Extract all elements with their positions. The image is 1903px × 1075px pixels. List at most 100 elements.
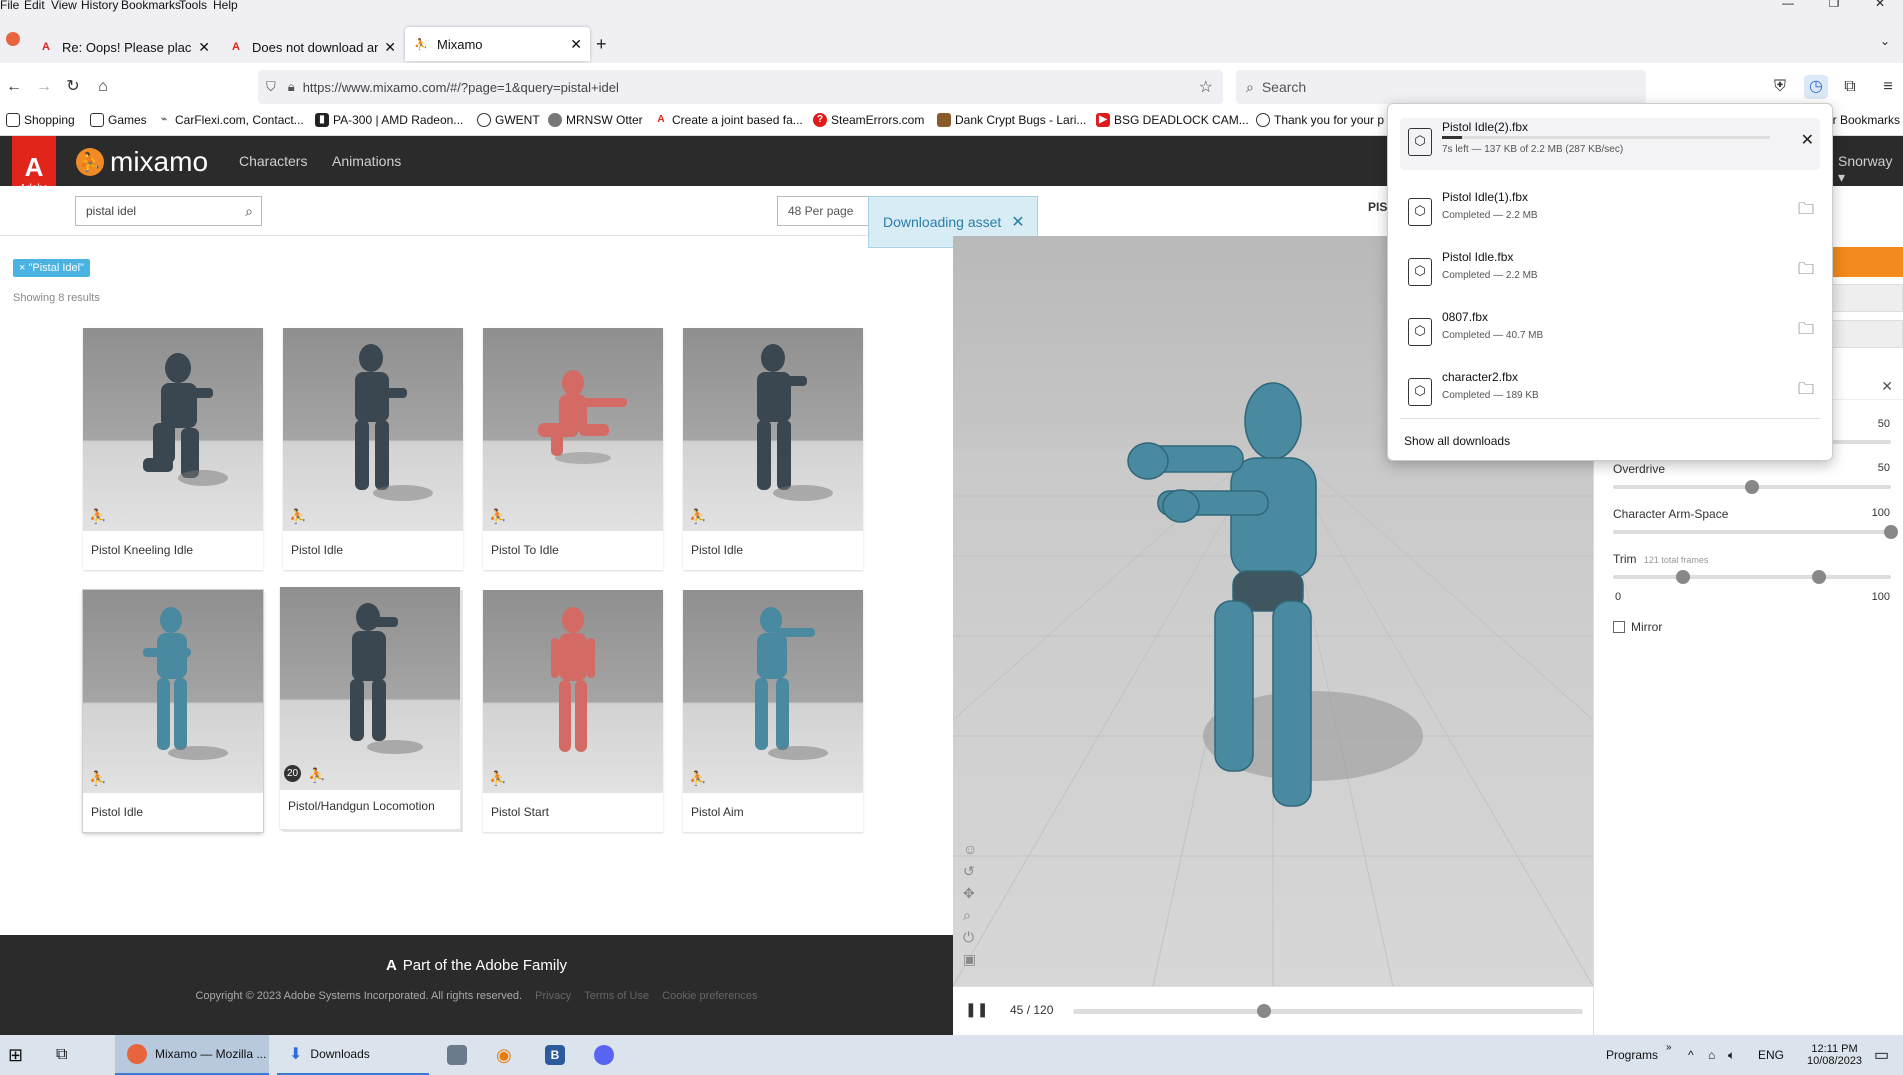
download-item[interactable]: ⬡ Pistol Idle(1).fbx Completed — 2.2 MB …	[1400, 188, 1820, 240]
cancel-download-icon[interactable]: ✕	[1801, 130, 1814, 150]
download-item[interactable]: ⬡ Pistol Idle(2).fbx 7s left — 137 KB of…	[1400, 118, 1820, 170]
toolbar-expand-icon[interactable]: »	[1666, 1027, 1672, 1067]
bookmark-item[interactable]: A Create a joint based fa...	[654, 113, 802, 127]
trim-end-knob[interactable]	[1811, 570, 1826, 584]
mirror-option[interactable]: Mirror	[1613, 620, 1662, 634]
pan-icon[interactable]: ✥	[963, 885, 975, 901]
app-b-icon[interactable]: B	[545, 1035, 573, 1075]
bookmark-folder[interactable]: Games	[90, 113, 147, 127]
animation-search-input[interactable]: pistal idel ⌕	[75, 196, 262, 226]
trim-start-knob[interactable]	[1675, 570, 1690, 584]
panel-option[interactable]	[1832, 320, 1903, 348]
bookmark-item[interactable]: GWENT	[477, 113, 540, 127]
mixamo-logo[interactable]: ⛹ mixamo	[76, 146, 208, 178]
programs-toolbar[interactable]: Programs	[1606, 1035, 1658, 1075]
network-icon[interactable]: ⌂	[1708, 1035, 1715, 1075]
bookmark-item[interactable]: Dank Crypt Bugs - Lari...	[937, 113, 1086, 127]
home-icon[interactable]: ⌂	[91, 75, 115, 99]
extensions-icon[interactable]: ⧉	[1838, 75, 1862, 99]
menu-tools[interactable]: Tools	[179, 0, 207, 12]
bookmark-item[interactable]: Thank you for your p	[1256, 113, 1384, 127]
animation-card[interactable]: ⛹ Pistol To Idle	[483, 328, 663, 570]
user-menu[interactable]: Snorway ▾	[1838, 153, 1903, 186]
tab-mixamo[interactable]: ⛹ Mixamo ✕	[405, 27, 590, 61]
tab-does-not-download[interactable]: A Does not download animation ✕	[220, 29, 404, 65]
search-bar[interactable]: ⌕ Search	[1236, 70, 1646, 104]
mirror-checkbox[interactable]	[1613, 621, 1625, 633]
downloads-icon[interactable]: ◷	[1804, 75, 1828, 99]
file-explorer-icon[interactable]	[447, 1035, 475, 1075]
folder-icon[interactable]: 🗀	[1798, 318, 1814, 345]
pocket-icon[interactable]: ⛨	[1768, 75, 1792, 99]
privacy-link[interactable]: Privacy	[535, 990, 571, 1002]
notifications-icon[interactable]: ▭	[1874, 1035, 1889, 1075]
animation-card[interactable]: ⛹ Pistol Aim	[683, 590, 863, 832]
menu-edit[interactable]: Edit	[24, 0, 45, 12]
menu-file[interactable]: File	[0, 0, 19, 12]
reload-icon[interactable]: ↻	[61, 75, 85, 99]
download-item[interactable]: ⬡ 0807.fbx Completed — 40.7 MB 🗀	[1400, 308, 1820, 360]
panel-option[interactable]	[1832, 284, 1903, 312]
menu-hamburger-icon[interactable]: ≡	[1876, 75, 1900, 99]
shield-icon[interactable]: ⛉	[266, 79, 276, 95]
nav-characters[interactable]: Characters	[239, 153, 307, 169]
animation-card[interactable]: ⛹ Pistol Idle	[683, 328, 863, 570]
language-indicator[interactable]: ENG	[1758, 1035, 1784, 1075]
close-icon[interactable]: ✕	[1881, 378, 1893, 395]
url-bar[interactable]: ⛉ 🔒︎ https://www.mixamo.com/#/?page=1&qu…	[258, 70, 1223, 104]
windows-start-icon[interactable]: ⊞	[8, 1035, 23, 1075]
bookmark-item[interactable]: ▶ BSG DEADLOCK CAM...	[1096, 113, 1249, 127]
close-icon[interactable]: ✕	[570, 36, 582, 53]
camera-icon[interactable]: ▣	[963, 951, 976, 967]
restore-icon[interactable]: ❐	[1811, 0, 1857, 12]
taskbar-app-firefox[interactable]: Mixamo — Mozilla ...	[115, 1035, 269, 1075]
bookmark-item[interactable]: MRNSW Otter	[548, 113, 643, 127]
firefox-view-icon[interactable]	[6, 32, 20, 46]
menu-history[interactable]: History	[81, 0, 118, 12]
volume-icon[interactable]: 🔈︎	[1728, 1035, 1735, 1075]
close-icon[interactable]: ✕	[384, 39, 396, 56]
download-button[interactable]	[1832, 247, 1903, 277]
timeline-knob[interactable]	[1257, 1004, 1272, 1018]
minimize-icon[interactable]: —	[1765, 0, 1811, 12]
filter-tag[interactable]: × "Pistal Idel"	[13, 259, 90, 277]
lock-icon[interactable]: 🔒︎	[288, 79, 295, 95]
other-bookmarks[interactable]: er Bookmarks	[1826, 113, 1900, 127]
taskbar-app-downloads[interactable]: ⬇ Downloads	[277, 1035, 429, 1075]
task-view-icon[interactable]: ⧉	[56, 1035, 67, 1075]
nav-animations[interactable]: Animations	[332, 153, 401, 169]
arm-space-track[interactable]	[1613, 530, 1891, 534]
close-icon[interactable]: ✕	[198, 39, 210, 56]
animation-card[interactable]: ⛹ Pistol Kneeling Idle	[83, 328, 263, 570]
blender-icon[interactable]: ◉	[496, 1035, 512, 1075]
tab-oops[interactable]: A Re: Oops! Please place all marke ✕	[30, 29, 218, 65]
menu-help[interactable]: Help	[213, 0, 238, 12]
menu-bookmarks[interactable]: Bookmarks	[121, 0, 181, 12]
tray-chevron-icon[interactable]: ^	[1688, 1035, 1694, 1075]
avatar-icon[interactable]: ☺	[963, 841, 977, 857]
close-window-icon[interactable]: ✕	[1857, 0, 1903, 12]
download-item[interactable]: ⬡ character2.fbx Completed — 189 KB 🗀	[1400, 368, 1820, 420]
animation-card-selected[interactable]: ⛹ Pistol Idle	[83, 590, 263, 832]
back-icon[interactable]: ←	[2, 75, 26, 99]
zoom-icon[interactable]: ⌕	[963, 907, 971, 923]
search-icon[interactable]: ⌕	[245, 197, 253, 225]
folder-icon[interactable]: 🗀	[1798, 198, 1814, 225]
cookie-preferences-link[interactable]: Cookie preferences	[662, 990, 757, 1002]
bookmark-star-icon[interactable]: ☆	[1199, 77, 1213, 97]
bookmark-item[interactable]: ⌁ CarFlexi.com, Contact...	[157, 113, 304, 127]
clock[interactable]: 12:11 PM 10/08/2023	[1807, 1035, 1862, 1075]
new-tab-button[interactable]: +	[596, 34, 607, 55]
trim-track[interactable]	[1613, 575, 1891, 579]
power-icon[interactable]: ⏻	[963, 929, 974, 945]
bookmark-folder[interactable]: Shopping	[6, 113, 75, 127]
forward-icon[interactable]: →	[32, 75, 56, 99]
animation-card[interactable]: ⛹ Pistol Start	[483, 590, 663, 832]
arm-space-knob[interactable]	[1884, 525, 1898, 539]
animation-card[interactable]: ⛹ Pistol Idle	[283, 328, 463, 570]
folder-icon[interactable]: 🗀	[1798, 258, 1814, 285]
overdrive-knob[interactable]	[1745, 480, 1759, 494]
download-item[interactable]: ⬡ Pistol Idle.fbx Completed — 2.2 MB 🗀	[1400, 248, 1820, 300]
show-all-downloads-link[interactable]: Show all downloads	[1404, 434, 1510, 448]
bookmark-item[interactable]: ▮ PA-300 | AMD Radeon...	[315, 113, 463, 127]
